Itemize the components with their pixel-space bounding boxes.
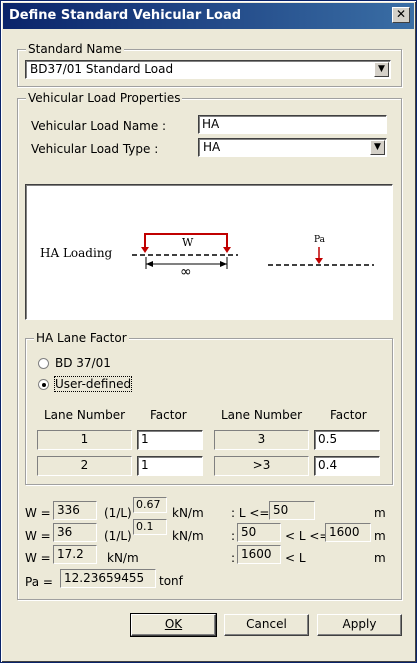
cond-row2: < L <= bbox=[285, 529, 330, 543]
radio-bd3701[interactable] bbox=[38, 358, 49, 369]
w-coef-row1: 336 bbox=[53, 501, 97, 520]
chevron-down-icon[interactable]: ▼ bbox=[370, 140, 385, 155]
w-exp-row1: 0.67 bbox=[133, 497, 167, 513]
m-row2: m bbox=[374, 529, 386, 543]
w-unit-row3: kN/m bbox=[107, 551, 139, 565]
m-row3: m bbox=[374, 551, 386, 565]
span-arrow-left bbox=[146, 261, 153, 267]
title-bar[interactable]: Define Standard Vehicular Load ✕ bbox=[3, 3, 414, 29]
lane-number-cell: 1 bbox=[37, 430, 132, 450]
pa-unit: tonf bbox=[159, 574, 183, 588]
standard-name-select[interactable]: BD37/01 Standard Load ▼ bbox=[25, 60, 391, 79]
limit-row1: 50 bbox=[269, 501, 315, 520]
radio-bd3701-label[interactable]: BD 37/01 bbox=[55, 356, 111, 370]
w-mid-row1: (1/L) bbox=[104, 506, 132, 520]
lane-number-cell: 2 bbox=[37, 456, 132, 476]
w-unit-row1: kN/m bbox=[172, 506, 204, 520]
load-name-label: Vehicular Load Name : bbox=[31, 119, 167, 133]
factor-input-lane-1[interactable]: 1 bbox=[137, 430, 203, 450]
ok-button[interactable]: OK bbox=[130, 613, 217, 637]
colon-row2: : bbox=[231, 529, 236, 543]
pa-arrowhead bbox=[315, 258, 323, 264]
dialog-window: Define Standard Vehicular Load ✕ Standar… bbox=[0, 0, 417, 663]
lane-number-cell: 3 bbox=[214, 430, 309, 450]
w-exp-row2: 0.1 bbox=[133, 519, 167, 535]
radio-selected-dot bbox=[42, 383, 46, 387]
w-label-row3: W = bbox=[25, 551, 51, 565]
factor-input-lane-over3[interactable]: 0.4 bbox=[314, 456, 380, 476]
radio-user-defined[interactable] bbox=[38, 379, 49, 390]
load-type-value: HA bbox=[203, 140, 221, 154]
w-label-row1: W = bbox=[25, 506, 51, 520]
load-diagram: HA Loading W ∞ Pa bbox=[25, 184, 393, 320]
header-lane-number-1: Lane Number bbox=[44, 408, 126, 422]
w-unit-row2: kN/m bbox=[172, 529, 204, 543]
lane-factor-label: HA Lane Factor bbox=[34, 331, 129, 345]
high-row2: 1600 bbox=[325, 523, 371, 542]
udl-right-arrowhead bbox=[223, 247, 231, 253]
cancel-button[interactable]: Cancel bbox=[224, 614, 309, 636]
lane-number-cell: >3 bbox=[214, 456, 309, 476]
close-button[interactable]: ✕ bbox=[392, 7, 410, 23]
load-type-label: Vehicular Load Type : bbox=[31, 142, 159, 156]
w-mid-row2: (1/L) bbox=[104, 529, 132, 543]
diagram-caption: HA Loading bbox=[40, 246, 113, 260]
low-row3: 1600 bbox=[237, 545, 281, 564]
properties-label: Vehicular Load Properties bbox=[26, 91, 183, 105]
w-coef-row2: 36 bbox=[53, 523, 97, 542]
header-lane-number-2: Lane Number bbox=[221, 408, 303, 422]
standard-name-value: BD37/01 Standard Load bbox=[30, 62, 174, 76]
cond-row1: : L <= bbox=[231, 506, 270, 520]
factor-input-lane-3[interactable]: 0.5 bbox=[314, 430, 380, 450]
colon-row3: : bbox=[231, 551, 236, 565]
header-factor-2: Factor bbox=[330, 408, 367, 422]
standard-name-group: Standard Name BD37/01 Standard Load ▼ bbox=[17, 42, 402, 87]
w-label-row2: W = bbox=[25, 529, 51, 543]
standard-name-label: Standard Name bbox=[26, 42, 124, 56]
w-coef-row3: 17.2 bbox=[53, 545, 97, 564]
radio-user-defined-label[interactable]: User-defined bbox=[53, 376, 133, 392]
pa-formula-label: Pa = bbox=[25, 575, 53, 589]
pa-label: Pa bbox=[314, 235, 326, 245]
cond-row3: < L bbox=[285, 551, 306, 565]
udl-w-label: W bbox=[182, 236, 194, 249]
m-row1: m bbox=[374, 506, 386, 520]
chevron-down-icon[interactable]: ▼ bbox=[374, 62, 389, 77]
span-arrow-right bbox=[220, 261, 227, 267]
span-infinity: ∞ bbox=[180, 264, 192, 280]
ha-loading-diagram: HA Loading W ∞ Pa bbox=[40, 233, 374, 280]
udl-left-arrowhead bbox=[141, 247, 149, 253]
header-factor-1: Factor bbox=[150, 408, 187, 422]
load-name-input[interactable]: HA bbox=[198, 115, 387, 134]
factor-input-lane-2[interactable]: 1 bbox=[137, 456, 203, 476]
pa-value: 12.23659455 bbox=[60, 569, 156, 588]
low-row2: 50 bbox=[237, 523, 281, 542]
load-type-select[interactable]: HA ▼ bbox=[198, 138, 387, 157]
apply-button[interactable]: Apply bbox=[317, 614, 402, 636]
window-title: Define Standard Vehicular Load bbox=[9, 8, 242, 23]
